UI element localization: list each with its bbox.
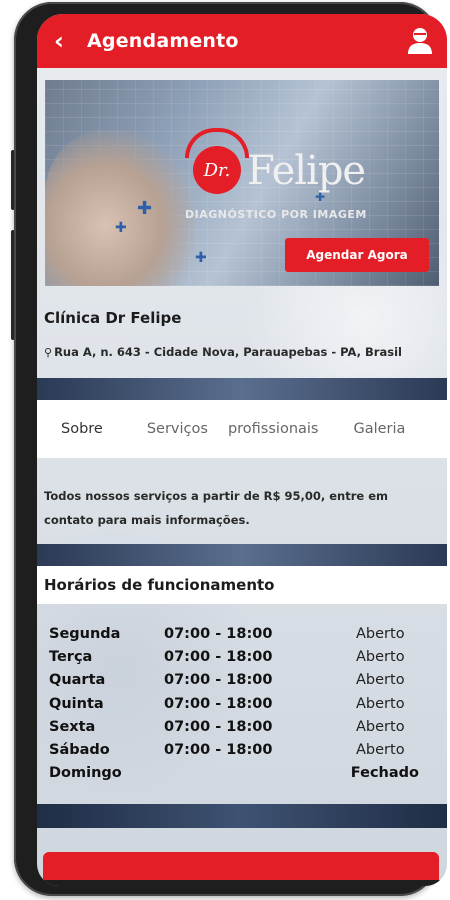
plus-icon: ✚ xyxy=(195,250,207,266)
time-range: 07:00 - 18:00 xyxy=(164,742,273,759)
page-title: Agendamento xyxy=(87,30,239,52)
hours-row: Sexta 07:00 - 18:00 Aberto xyxy=(49,715,419,738)
tab-bar: Sobre Serviços profissionais Galeria xyxy=(37,400,447,458)
hours-row: Domingo Fechado xyxy=(49,762,419,785)
hours-header: Horários de funcionamento xyxy=(37,566,447,604)
day-label: Segunda xyxy=(49,625,121,642)
hours-row: Segunda 07:00 - 18:00 Aberto xyxy=(49,622,419,645)
time-range: 07:00 - 18:00 xyxy=(164,672,273,689)
time-range: 07:00 - 18:00 xyxy=(164,625,273,642)
clinic-name: Clínica Dr Felipe xyxy=(44,309,182,327)
logo-subtitle: DIAGNÓSTICO POR IMAGEM xyxy=(185,208,367,221)
status-label: Fechado xyxy=(350,765,419,782)
time-range: 07:00 - 18:00 xyxy=(164,648,273,665)
decorative-band xyxy=(37,544,447,566)
status-label: Aberto xyxy=(356,718,405,735)
day-label: Sábado xyxy=(49,742,110,759)
day-label: Terça xyxy=(49,648,93,665)
clinic-banner: ✚ ✚ ✚ ✚ Dr. Felipe DIAGNÓSTICO POR IMAGE… xyxy=(45,80,439,286)
hours-row: Terça 07:00 - 18:00 Aberto xyxy=(49,645,419,668)
about-text: Todos nossos serviços a partir de R$ 95,… xyxy=(44,489,388,527)
day-label: Sexta xyxy=(49,718,96,735)
banner-hand-image xyxy=(45,130,195,286)
tab-profissionais[interactable]: profissionais xyxy=(228,421,319,437)
user-icon[interactable] xyxy=(405,26,435,56)
address-text: Rua A, n. 643 - Cidade Nova, Parauapebas… xyxy=(54,345,402,359)
day-label: Domingo xyxy=(49,765,122,782)
tab-servicos[interactable]: Serviços xyxy=(147,421,208,437)
status-label: Aberto xyxy=(356,695,405,712)
hours-row: Sábado 07:00 - 18:00 Aberto xyxy=(49,738,419,761)
logo-badge: Dr. xyxy=(193,146,241,194)
location-pin-icon: ⚲ xyxy=(44,346,53,359)
tab-sobre[interactable]: Sobre xyxy=(61,421,103,437)
status-label: Aberto xyxy=(356,672,405,689)
decorative-band xyxy=(37,378,447,400)
time-range: 07:00 - 18:00 xyxy=(164,718,273,735)
logo-name: Felipe xyxy=(247,148,366,194)
phone-frame: ‹ Agendamento ✚ ✚ ✚ ✚ Dr. Felipe DIAGNÓS… xyxy=(14,2,447,896)
back-arrow-icon[interactable]: ‹ xyxy=(45,29,73,53)
status-label: Aberto xyxy=(356,648,405,665)
tab-galeria[interactable]: Galeria xyxy=(353,421,405,437)
hours-row: Quarta 07:00 - 18:00 Aberto xyxy=(49,669,419,692)
app-screen: ‹ Agendamento ✚ ✚ ✚ ✚ Dr. Felipe DIAGNÓS… xyxy=(37,14,447,886)
clinic-address: ⚲ Rua A, n. 643 - Cidade Nova, Parauapeba… xyxy=(44,345,402,359)
hours-title: Horários de funcionamento xyxy=(44,576,275,594)
schedule-now-button[interactable]: Agendar Agora xyxy=(285,238,429,272)
clinic-logo: Dr. Felipe DIAGNÓSTICO POR IMAGEM xyxy=(185,122,367,232)
plus-icon: ✚ xyxy=(115,220,127,236)
day-label: Quarta xyxy=(49,672,106,689)
phone-bezel-bottom xyxy=(37,880,447,886)
status-label: Aberto xyxy=(356,742,405,759)
status-label: Aberto xyxy=(356,625,405,642)
time-range: 07:00 - 18:00 xyxy=(164,695,273,712)
app-bar: ‹ Agendamento xyxy=(37,14,447,68)
decorative-band xyxy=(37,804,447,828)
plus-icon: ✚ xyxy=(137,198,153,219)
hours-table: Segunda 07:00 - 18:00 Aberto Terça 07:00… xyxy=(49,622,419,785)
day-label: Quinta xyxy=(49,695,104,712)
hours-row: Quinta 07:00 - 18:00 Aberto xyxy=(49,692,419,715)
